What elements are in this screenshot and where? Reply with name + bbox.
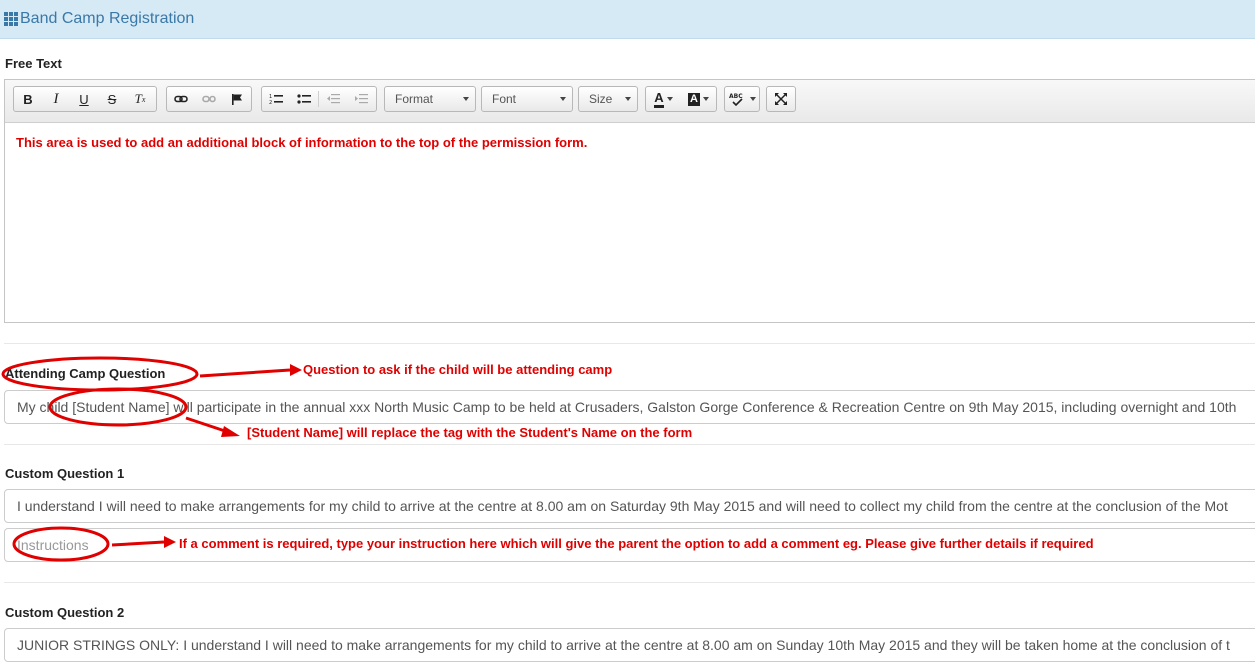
editor-toolbar: B I U S Tx 12 Format Font Size A A ABC bbox=[5, 80, 1255, 123]
chevron-down-icon bbox=[625, 97, 631, 101]
unlink-icon[interactable] bbox=[195, 87, 223, 111]
text-color-icon[interactable]: A bbox=[646, 87, 681, 111]
svg-text:2: 2 bbox=[269, 100, 272, 105]
color-group: A A bbox=[645, 86, 717, 112]
attending-camp-label: Attending Camp Question bbox=[5, 366, 166, 381]
custom-question-1-input[interactable]: I understand I will need to make arrange… bbox=[4, 489, 1255, 523]
annotation-arrow bbox=[199, 368, 291, 378]
attending-camp-input[interactable]: My child [Student Name] will participate… bbox=[4, 390, 1255, 424]
basic-styles-group: B I U S Tx bbox=[13, 86, 157, 112]
annotation-instructions: If a comment is required, type your inst… bbox=[179, 536, 1094, 551]
page-header: Band Camp Registration bbox=[0, 0, 1255, 39]
maximize-button[interactable] bbox=[766, 86, 796, 112]
chevron-down-icon bbox=[560, 97, 566, 101]
numbered-list-icon[interactable]: 12 bbox=[262, 87, 290, 111]
spellcheck-button[interactable]: ABC bbox=[724, 86, 760, 112]
increase-indent-icon[interactable] bbox=[347, 87, 375, 111]
strikethrough-icon[interactable]: S bbox=[98, 87, 126, 111]
list-group: 12 bbox=[261, 86, 377, 112]
format-dropdown-label: Format bbox=[395, 92, 434, 106]
annotation-student-tag: [Student Name] will replace the tag with… bbox=[247, 425, 693, 440]
spellcheck-icon: ABC bbox=[725, 87, 759, 111]
divider bbox=[4, 343, 1255, 344]
custom-question-1-label: Custom Question 1 bbox=[5, 466, 125, 481]
anchor-flag-icon[interactable] bbox=[223, 87, 251, 111]
link-icon[interactable] bbox=[167, 87, 195, 111]
page-title: Band Camp Registration bbox=[20, 10, 195, 27]
italic-icon[interactable]: I bbox=[42, 87, 70, 111]
divider bbox=[4, 444, 1255, 445]
size-dropdown-label: Size bbox=[589, 92, 613, 106]
format-dropdown[interactable]: Format bbox=[384, 86, 476, 112]
annotation-arrowhead bbox=[221, 426, 240, 437]
chevron-down-icon bbox=[463, 97, 469, 101]
custom-question-2-label: Custom Question 2 bbox=[5, 605, 125, 620]
annotation-attending: Question to ask if the child will be att… bbox=[303, 362, 613, 377]
underline-icon[interactable]: U bbox=[70, 87, 98, 111]
rich-text-editor: B I U S Tx 12 Format Font Size A A ABC T… bbox=[4, 79, 1255, 323]
grid-icon[interactable] bbox=[4, 12, 18, 26]
bold-icon[interactable]: B bbox=[14, 87, 42, 111]
custom-question-2-input[interactable]: JUNIOR STRINGS ONLY: I understand I will… bbox=[4, 628, 1255, 662]
divider bbox=[4, 582, 1255, 583]
editor-content[interactable]: This area is used to add an additional b… bbox=[5, 123, 1255, 162]
font-dropdown[interactable]: Font bbox=[481, 86, 573, 112]
maximize-icon bbox=[767, 87, 795, 111]
free-text-label: Free Text bbox=[5, 56, 62, 71]
background-color-icon[interactable]: A bbox=[681, 87, 716, 111]
annotation-arrowhead bbox=[290, 364, 302, 376]
font-dropdown-label: Font bbox=[492, 92, 517, 106]
size-dropdown[interactable]: Size bbox=[578, 86, 638, 112]
remove-format-icon[interactable]: Tx bbox=[126, 87, 154, 111]
links-group bbox=[166, 86, 252, 112]
decrease-indent-icon[interactable] bbox=[319, 87, 347, 111]
bullet-list-icon[interactable] bbox=[290, 87, 318, 111]
